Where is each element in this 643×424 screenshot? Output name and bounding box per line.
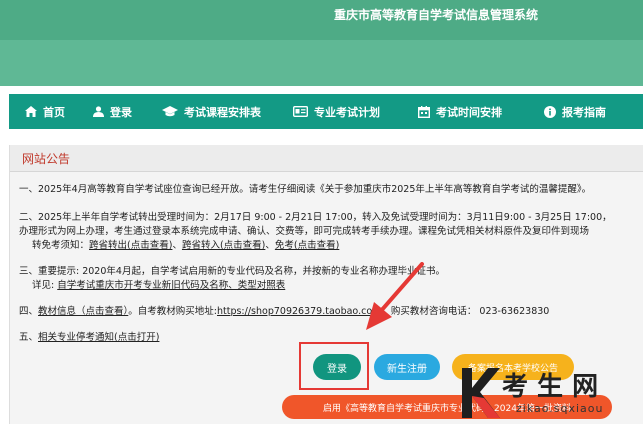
notice-line-4: 四、教材信息（点击查看）。自考教材购买地址:https://shop709263…: [19, 303, 549, 317]
textbook-text: 。自考教材购买地址:: [128, 306, 217, 317]
nav-label: 登录: [110, 105, 132, 119]
link-transfer-in[interactable]: 跨省转入(点击查看): [182, 240, 265, 251]
item-prefix: 五、: [19, 332, 39, 343]
header-banner: 重庆市高等教育自学考试信息管理系统: [0, 0, 643, 86]
notice-title: 网站公告: [22, 152, 71, 166]
register-button[interactable]: 新生注册: [374, 354, 440, 380]
nav-item-major-plan[interactable]: 专业考试计划: [293, 94, 380, 129]
notice-line-2a: 二、2025年上半年自学考试转出受理时间为：2月17日 9:00 - 2月21日…: [19, 212, 612, 223]
info-icon: [544, 105, 556, 118]
watermark: 考 生 网 zikao.sqxiaou: [458, 364, 643, 424]
link-discontinued-notice[interactable]: 相关专业停考通知(点击打开): [38, 332, 159, 343]
header-band: [0, 40, 643, 86]
nav-item-guide[interactable]: 报考指南: [544, 94, 606, 129]
transfer-notice-label: 转免考须知：: [32, 240, 90, 251]
highlight-box: [299, 342, 369, 390]
notice-line-1: 一、2025年4月高等教育自学考试座位查询已经开放。请考生仔细阅读《关于参加重庆…: [19, 184, 592, 195]
nav-label: 首页: [43, 105, 65, 119]
nav-item-exam-time[interactable]: 考试时间安排: [418, 94, 502, 129]
main-nav: 首页 登录 考试课程安排表 专业考试计划 考试时间安排 报考指南: [9, 94, 643, 129]
link-exemption[interactable]: 免考(点击查看): [275, 240, 339, 251]
nav-label: 考试课程安排表: [184, 105, 261, 119]
separator: 、: [265, 240, 275, 251]
home-icon: [25, 106, 37, 117]
user-icon: [93, 106, 104, 117]
watermark-text: 考 生 网: [502, 372, 599, 402]
separator: 、: [172, 240, 182, 251]
nav-label: 专业考试计划: [314, 105, 380, 119]
watermark-logo-icon: [462, 368, 500, 418]
notice-line-2c: 转免考须知：跨省转出(点击查看)、跨省转入(点击查看)、免考(点击查看): [32, 237, 339, 251]
link-textbook-info[interactable]: 教材信息（点击查看）: [38, 306, 128, 317]
item-prefix: 四、: [19, 306, 39, 317]
calendar-icon: [418, 105, 430, 118]
link-shop-url[interactable]: https://shop70926379.taobao.com: [217, 306, 381, 317]
link-transfer-out[interactable]: 跨省转出(点击查看): [89, 240, 172, 251]
notice-header: 网站公告: [10, 145, 643, 172]
nav-label: 报考指南: [562, 105, 606, 119]
nav-item-home[interactable]: 首页: [25, 94, 65, 129]
red-arrow-icon: [366, 262, 424, 330]
details-label: 详见:: [32, 280, 58, 291]
nav-label: 考试时间安排: [436, 105, 502, 119]
nav-item-login[interactable]: 登录: [93, 94, 132, 129]
notice-line-5: 五、相关专业停考通知(点击打开): [19, 329, 159, 343]
watermark-domain: zikao.sqxiaou: [516, 402, 604, 415]
id-card-icon: [293, 106, 308, 117]
link-major-code-table[interactable]: 自学考试重庆市开考专业新旧代码及名称、类型对照表: [57, 280, 285, 291]
graduation-cap-icon: [162, 106, 178, 117]
notice-line-2b: 办理形式为网上办理，考生通过登录本系统完成申请、确认、交费等，即可完成转考手续办…: [19, 226, 590, 237]
notice-line-3b: 详见: 自学考试重庆市开考专业新旧代码及名称、类型对照表: [32, 277, 285, 291]
nav-item-exam-schedule[interactable]: 考试课程安排表: [162, 94, 261, 129]
site-title: 重庆市高等教育自学考试信息管理系统: [334, 8, 539, 22]
